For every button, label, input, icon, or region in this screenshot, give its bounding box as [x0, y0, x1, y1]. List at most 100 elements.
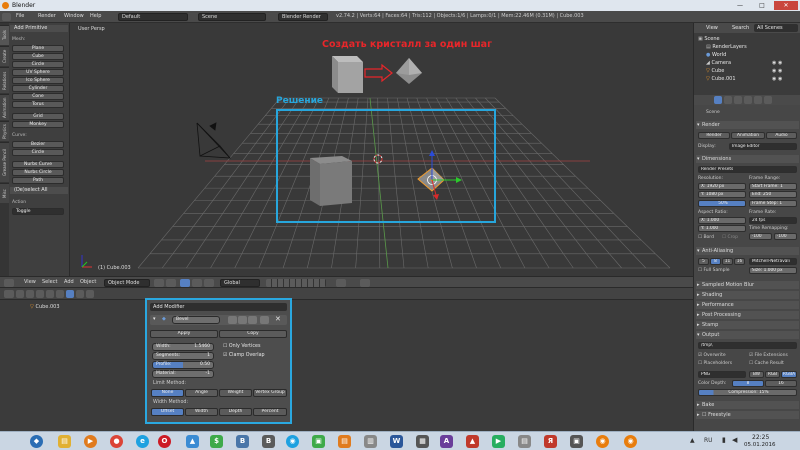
- outliner-item-cube001[interactable]: ▽ Cube.001: [706, 76, 798, 84]
- compression-slider[interactable]: Compression: 15%: [698, 389, 797, 396]
- editmode-toggle-icon[interactable]: [248, 316, 257, 324]
- collapse-arrow-icon[interactable]: ▾: [153, 316, 156, 322]
- render-engine-selector[interactable]: Blender Render: [278, 13, 328, 21]
- view3d-menu-add[interactable]: Add: [64, 279, 74, 285]
- cache-result-checkbox[interactable]: ☐ Cache Result: [749, 361, 784, 366]
- tab-relations[interactable]: Relations: [0, 67, 9, 93]
- bake-panel-header[interactable]: Bake: [696, 401, 799, 409]
- context-icon[interactable]: [26, 290, 34, 298]
- aa-size-field[interactable]: Size: 1.000 px: [749, 267, 797, 274]
- performance-panel-header[interactable]: Performance: [696, 301, 799, 309]
- resolution-x-field[interactable]: X: 1920 px: [698, 183, 746, 190]
- world-context-icon[interactable]: [734, 96, 742, 104]
- anti-aliasing-panel-header[interactable]: Anti-Aliasing: [696, 247, 799, 255]
- limit-none-button[interactable]: None: [151, 389, 184, 397]
- full-sample-checkbox[interactable]: ☐ Full Sample: [698, 268, 729, 273]
- copy-button[interactable]: Copy: [219, 330, 287, 338]
- stamp-panel-header[interactable]: Stamp: [696, 321, 799, 329]
- shading-mode-icon[interactable]: [154, 279, 164, 287]
- context-icon[interactable]: [56, 290, 64, 298]
- object-context-icon[interactable]: [744, 96, 752, 104]
- add-plane-button[interactable]: Plane: [12, 45, 64, 52]
- media-player-icon[interactable]: ▶: [84, 435, 97, 448]
- width-depth-button[interactable]: Depth: [219, 408, 252, 416]
- aspect-x-field[interactable]: X: 1.000: [698, 217, 746, 224]
- border-checkbox[interactable]: ☐ Bord: [698, 235, 714, 240]
- render-preview-icon[interactable]: [360, 279, 370, 287]
- add-nurbs-circle-button[interactable]: Nurbs Circle: [12, 169, 64, 176]
- tab-animation[interactable]: Animation: [0, 94, 9, 120]
- render-presets-dropdown[interactable]: Render Presets: [698, 166, 797, 173]
- action-dropdown[interactable]: Toggle: [12, 208, 64, 215]
- app-icon[interactable]: ◉: [286, 435, 299, 448]
- maximize-button[interactable]: □: [752, 1, 772, 10]
- width-width-button[interactable]: Width: [185, 408, 218, 416]
- add-path-button[interactable]: Path: [12, 177, 64, 184]
- menu-file[interactable]: File: [16, 13, 24, 19]
- language-indicator[interactable]: RU: [704, 437, 713, 444]
- file-extensions-checkbox[interactable]: ☑ File Extensions: [749, 353, 788, 358]
- outliner-menu-search[interactable]: Search: [732, 25, 749, 31]
- add-ico-sphere-button[interactable]: Ico Sphere: [12, 77, 64, 84]
- visibility-eye-icon[interactable]: ◉ ◉: [772, 68, 782, 74]
- blender-taskbar-icon[interactable]: ◉: [596, 435, 609, 448]
- add-torus-button[interactable]: Torus: [12, 101, 64, 108]
- render-panel-header[interactable]: Render: [696, 121, 799, 129]
- dimensions-panel-header[interactable]: Dimensions: [696, 155, 799, 163]
- placeholders-checkbox[interactable]: ☐ Placeholders: [698, 361, 732, 366]
- app-icon[interactable]: ▣: [570, 435, 583, 448]
- post-processing-panel-header[interactable]: Post Processing: [696, 311, 799, 319]
- transform-orientation-selector[interactable]: Global: [220, 279, 260, 287]
- aa-samples-5[interactable]: 5: [698, 258, 709, 265]
- menu-window[interactable]: Window: [64, 13, 84, 19]
- network-icon[interactable]: ▮: [722, 436, 726, 444]
- animation-button[interactable]: Animation: [731, 132, 765, 139]
- add-primitive-header[interactable]: Add Primitive: [10, 25, 68, 32]
- clock-time[interactable]: 22:25: [752, 434, 769, 441]
- app-icon[interactable]: ▲: [466, 435, 479, 448]
- audio-button[interactable]: Audio: [766, 132, 797, 139]
- app-icon[interactable]: ▥: [364, 435, 377, 448]
- app-icon[interactable]: ▶: [492, 435, 505, 448]
- render-context-icon[interactable]: [714, 96, 722, 104]
- translate-icon[interactable]: [192, 279, 202, 287]
- crop-checkbox[interactable]: ☐ Crop: [722, 235, 738, 240]
- context-icon[interactable]: [76, 290, 84, 298]
- viewport-toggle-icon[interactable]: [238, 316, 247, 324]
- tray-arrow-icon[interactable]: ▲: [690, 437, 695, 444]
- outliner-item-renderlayers[interactable]: ▤ RenderLayers: [706, 44, 798, 52]
- modifier-context-icon[interactable]: [754, 96, 762, 104]
- frame-start-field[interactable]: Start Frame: 1: [749, 183, 797, 190]
- only-vertices-checkbox[interactable]: ☐ Only Vertices: [223, 344, 260, 349]
- tab-tools[interactable]: Tools: [0, 25, 9, 45]
- pivot-icon[interactable]: [166, 279, 176, 287]
- tab-create[interactable]: Create: [0, 46, 9, 66]
- add-monkey-button[interactable]: Monkey: [12, 121, 64, 128]
- width-percent-button[interactable]: Percent: [253, 408, 287, 416]
- scene-selector[interactable]: Scene: [198, 13, 266, 21]
- rotate-icon[interactable]: [204, 279, 214, 287]
- remap-old-field[interactable]: ·100: [749, 233, 772, 240]
- outliner-display-mode[interactable]: All Scenes: [754, 24, 798, 32]
- material-context-icon[interactable]: [764, 96, 772, 104]
- add-cylinder-button[interactable]: Cylinder: [12, 85, 64, 92]
- frame-rate-dropdown[interactable]: 24 fps: [749, 217, 797, 224]
- view3d-menu-select[interactable]: Select: [42, 279, 57, 285]
- add-nurbs-curve-button[interactable]: Nurbs Curve: [12, 161, 64, 168]
- render-button[interactable]: Render: [698, 132, 730, 139]
- outliner-menu-view[interactable]: View: [706, 25, 718, 31]
- app-icon[interactable]: ▤: [518, 435, 531, 448]
- editor-type-icon[interactable]: [2, 13, 11, 21]
- apply-button[interactable]: Apply: [150, 330, 218, 338]
- snap-icon[interactable]: [336, 279, 346, 287]
- vk-icon[interactable]: B: [236, 435, 249, 448]
- visibility-eye-icon[interactable]: ◉ ◉: [772, 60, 782, 66]
- limit-vertex-group-button[interactable]: Vertex Group: [253, 389, 287, 397]
- app-icon[interactable]: A: [440, 435, 453, 448]
- remap-new-field[interactable]: ·100: [774, 233, 797, 240]
- clock-date[interactable]: 05.01.2016: [744, 442, 776, 448]
- view3d-menu-object[interactable]: Object: [80, 279, 96, 285]
- tab-grease-pencil[interactable]: Grease Pencil: [0, 142, 9, 182]
- add-grid-button[interactable]: Grid: [12, 113, 64, 120]
- color-depth-16[interactable]: 16: [765, 380, 797, 387]
